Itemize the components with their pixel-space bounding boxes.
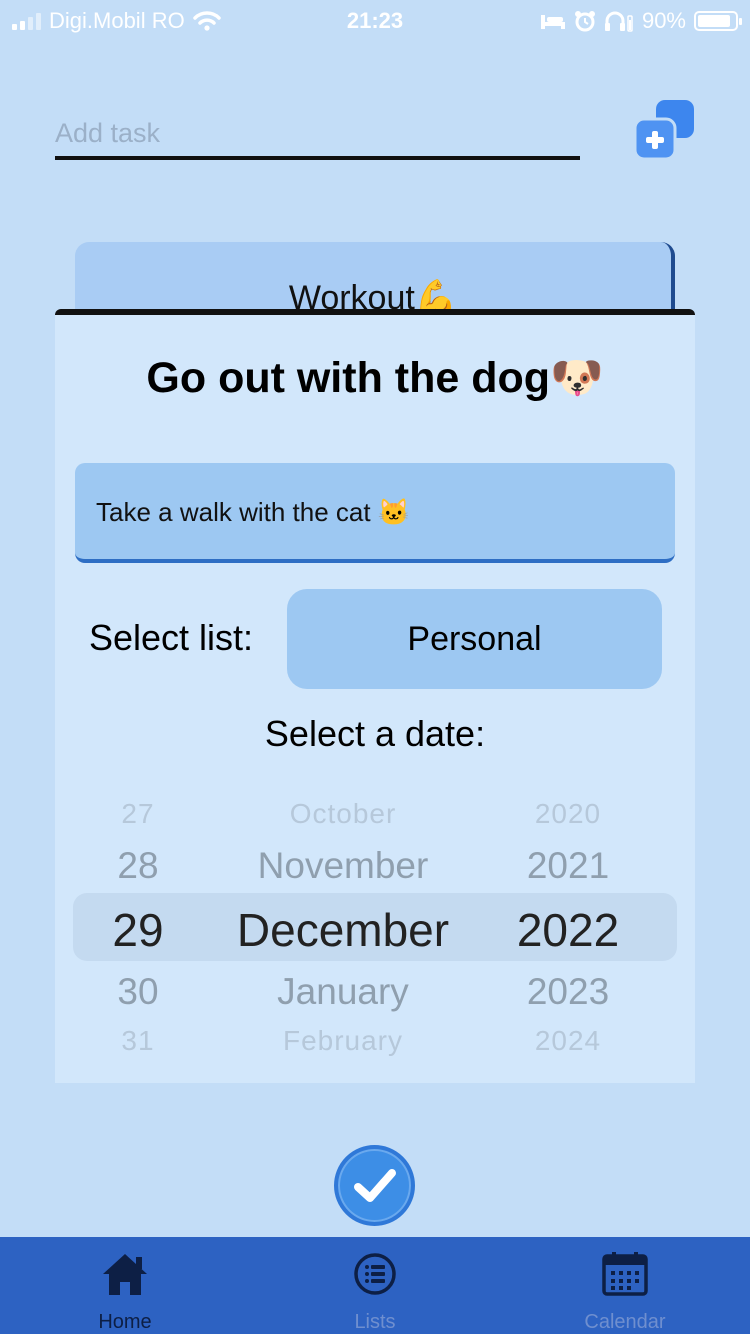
- picker-year-option[interactable]: 2020: [498, 798, 638, 830]
- headphones-icon: [604, 11, 633, 32]
- picker-day-option[interactable]: 28: [93, 845, 183, 887]
- tab-calendar[interactable]: Calendar: [500, 1237, 750, 1334]
- tab-label: Lists: [354, 1311, 396, 1333]
- modal-title: Go out with the dog🐶: [146, 354, 604, 402]
- bed-icon: [540, 15, 565, 29]
- date-picker[interactable]: 27 28 29 30 31 October November December…: [73, 785, 677, 1061]
- picker-year-option[interactable]: 2023: [498, 971, 638, 1013]
- carrier-name: Digi.Mobil RO: [49, 8, 185, 33]
- task-edit-modal: Go out with the dog🐶 Take a walk with th…: [55, 309, 695, 1083]
- tab-label: Home: [98, 1311, 152, 1333]
- picker-day-selected[interactable]: 29: [93, 903, 183, 957]
- add-task-input[interactable]: [55, 104, 580, 160]
- select-list-label: Select list:: [89, 617, 254, 658]
- calendar-icon: [602, 1252, 648, 1296]
- list-icon: [354, 1253, 396, 1295]
- battery-percent: 90%: [641, 8, 686, 33]
- picker-month-selected[interactable]: December: [223, 903, 463, 957]
- battery-icon: [694, 11, 742, 31]
- battery-fill: [698, 15, 731, 27]
- add-copy-icon: [633, 100, 694, 161]
- picker-year-option[interactable]: 2021: [498, 845, 638, 887]
- picker-day-option[interactable]: 31: [93, 1025, 183, 1057]
- tab-home[interactable]: Home: [0, 1237, 250, 1334]
- checkmark-icon: [353, 1168, 396, 1202]
- picker-month-option[interactable]: November: [223, 845, 463, 887]
- picker-year-selected[interactable]: 2022: [498, 903, 638, 957]
- picker-month-option[interactable]: October: [223, 798, 463, 830]
- add-task-button[interactable]: [632, 98, 698, 162]
- status-right: 90%: [540, 8, 742, 34]
- picker-month-option[interactable]: February: [223, 1025, 463, 1057]
- task-description-field[interactable]: Take a walk with the cat 🐱: [75, 463, 675, 563]
- tab-label: Calendar: [584, 1311, 666, 1333]
- tab-lists[interactable]: Lists: [250, 1237, 500, 1334]
- picker-day-option[interactable]: 30: [93, 971, 183, 1013]
- alarm-icon: [574, 11, 595, 32]
- tab-bar: Home Lists Calendar: [0, 1237, 750, 1334]
- select-date-label: Select a date:: [264, 713, 486, 754]
- status-bar: Digi.Mobil RO 21:23 90%: [0, 0, 750, 40]
- confirm-button[interactable]: [334, 1145, 415, 1226]
- picker-year-option[interactable]: 2024: [498, 1025, 638, 1057]
- list-dropdown[interactable]: Personal: [287, 589, 662, 689]
- picker-day-option[interactable]: 27: [93, 798, 183, 830]
- home-icon: [103, 1254, 147, 1295]
- signal-icon: [12, 12, 41, 30]
- picker-month-option[interactable]: January: [223, 971, 463, 1013]
- status-left: Digi.Mobil RO: [12, 8, 221, 34]
- wifi-icon: [192, 11, 221, 31]
